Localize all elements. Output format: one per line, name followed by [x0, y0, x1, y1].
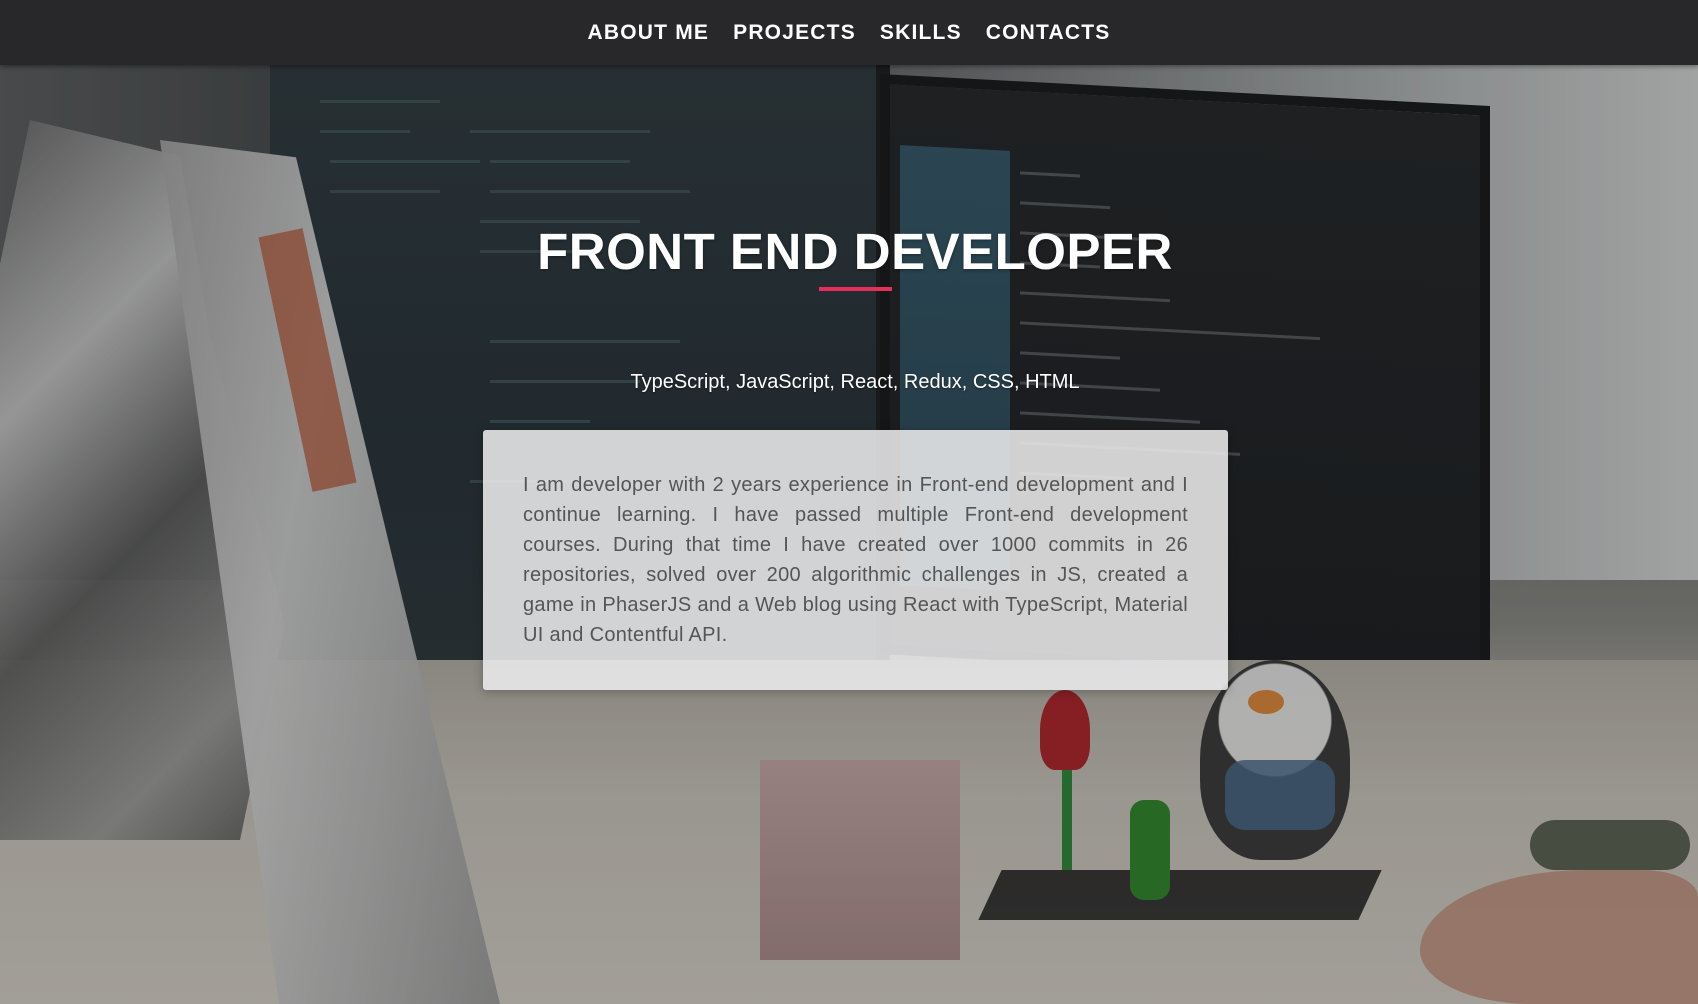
nav-link-skills[interactable]: SKILLS — [880, 17, 962, 49]
top-navbar: ABOUT ME PROJECTS SKILLS CONTACTS — [0, 0, 1698, 65]
about-card: I am developer with 2 years experience i… — [483, 430, 1228, 690]
hero-title: FRONT END DEVELOPER — [537, 223, 1173, 280]
page: ABOUT ME PROJECTS SKILLS CONTACTS FRONT … — [0, 0, 1698, 1004]
skills-subtitle: TypeScript, JavaScript, React, Redux, CS… — [630, 371, 1080, 393]
title-accent-underline — [819, 287, 892, 291]
nav-link-projects[interactable]: PROJECTS — [733, 17, 856, 49]
nav-link-about-me[interactable]: ABOUT ME — [588, 17, 710, 49]
nav-link-contacts[interactable]: CONTACTS — [986, 17, 1111, 49]
about-description: I am developer with 2 years experience i… — [523, 474, 1188, 646]
